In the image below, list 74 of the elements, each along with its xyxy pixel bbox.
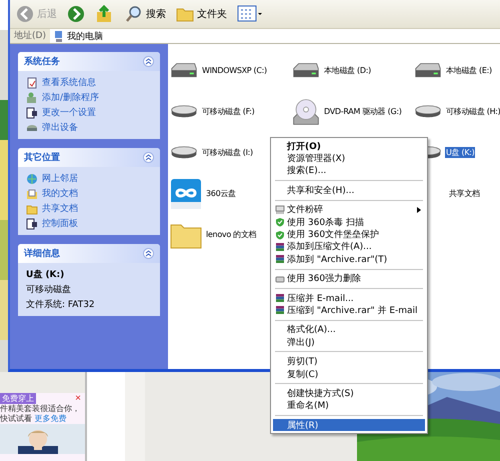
menu-item[interactable]: 共享和安全(H)... (273, 184, 425, 197)
task-link[interactable]: 更改一个设置 (26, 106, 152, 119)
menu-item[interactable]: 搜索(E)... (273, 164, 425, 178)
detail-text: 文件系统: FAT32 (26, 298, 96, 311)
drive-item[interactable]: 本地磁盘 (E:) (414, 50, 500, 91)
drive-item[interactable]: 本地磁盘 (D:) (292, 50, 414, 91)
search-button[interactable]: 搜索 (123, 2, 168, 26)
collapse-icon[interactable] (143, 152, 154, 163)
menu-item[interactable]: 添加到 "Archive.rar"(T) (273, 253, 425, 266)
eraser-icon (275, 274, 285, 284)
menu-item[interactable]: 使用 360强力删除 (273, 272, 425, 285)
removable-disk-icon (414, 104, 442, 119)
task-link[interactable]: 控制面板 (26, 217, 152, 230)
archive-icon (275, 242, 285, 252)
task-link[interactable]: 弹出设备 (26, 121, 152, 134)
task-link[interactable]: 网上邻居 (26, 172, 152, 185)
menu-item[interactable]: 使用 360文件堡垒保护 (273, 228, 425, 241)
menu-item[interactable]: 打开(O) (273, 140, 425, 152)
ad-text: 件精美套装很适合你，快试试看 更多免费 (0, 404, 81, 424)
address-label: 地址(D) (10, 29, 50, 43)
drive-item[interactable]: 可移动磁盘 (F:) (170, 91, 292, 132)
menu-item[interactable]: 属性(R) (273, 419, 425, 432)
settings-document-icon (26, 218, 38, 230)
detail-text: U盘 (K:) (26, 268, 66, 281)
archive-icon (275, 293, 285, 304)
removable-disk-icon (170, 104, 198, 119)
menu-item[interactable]: 添加到压缩文件(A)... (273, 240, 425, 254)
computer-icon (54, 30, 64, 42)
submenu-arrow-icon (417, 206, 421, 213)
address-field[interactable]: 我的电脑 (50, 30, 103, 42)
folder-icon (176, 6, 194, 22)
shield-icon (275, 217, 285, 228)
menu-item[interactable]: 复制(C) (273, 368, 425, 380)
drive-item[interactable]: WINDOWSXP (C:) (170, 50, 292, 91)
task-link[interactable]: 添加/删除程序 (26, 91, 152, 104)
ad-tag: 免费穿上 (0, 393, 36, 404)
drive-item[interactable]: 可移动磁盘 (H:) (414, 91, 500, 132)
shield-icon (275, 230, 285, 240)
menu-item[interactable]: 格式化(A)... (273, 324, 425, 336)
search-icon (125, 5, 143, 23)
collapse-icon[interactable] (143, 248, 154, 259)
menu-item[interactable]: 压缩并 E-mail... (273, 292, 425, 304)
document-folder-icon (26, 188, 38, 200)
programs-icon (26, 92, 38, 104)
folder-icon (26, 202, 38, 214)
ad-link[interactable]: 更多免费 (34, 414, 67, 423)
menu-item[interactable]: 重命名(M) (273, 400, 425, 412)
dvd-drive-icon (292, 98, 320, 126)
task-link[interactable]: 查看系统信息 (26, 76, 152, 89)
detail-text: 可移动磁盘 (26, 284, 72, 296)
panel-title: 系统任务 (24, 55, 60, 68)
info-document-icon (26, 76, 38, 88)
collapse-icon[interactable] (143, 56, 154, 67)
archive-icon (275, 305, 285, 316)
shredder-icon (275, 204, 285, 215)
panel-title: 详细信息 (24, 247, 60, 260)
menu-item[interactable]: 压缩到 "Archive.rar" 并 E-mail (273, 304, 425, 317)
menu-item[interactable]: 使用 360杀毒 扫描 (273, 216, 425, 228)
menu-item[interactable]: 资源管理器(X) (273, 152, 425, 165)
globe-icon (26, 172, 38, 184)
menu-item[interactable]: 文件粉碎 (273, 204, 425, 216)
archive-icon (275, 254, 285, 264)
drive-item[interactable]: DVD-RAM 驱动器 (G:) (292, 91, 414, 132)
panel-title: 其它位置 (24, 151, 60, 164)
views-icon (237, 5, 263, 23)
settings-document-icon (26, 106, 38, 118)
menu-item[interactable]: 创建快捷方式(S) (273, 387, 425, 400)
task-link[interactable]: 我的文档 (26, 187, 152, 200)
menu-item[interactable]: 剪切(T) (273, 355, 425, 368)
task-link[interactable]: 共享文档 (26, 202, 152, 215)
menu-item[interactable]: 弹出(J) (273, 336, 425, 348)
removable-disk-icon (170, 145, 198, 160)
close-button[interactable]: × (75, 393, 81, 404)
folders-button[interactable]: 文件夹 (174, 2, 229, 26)
